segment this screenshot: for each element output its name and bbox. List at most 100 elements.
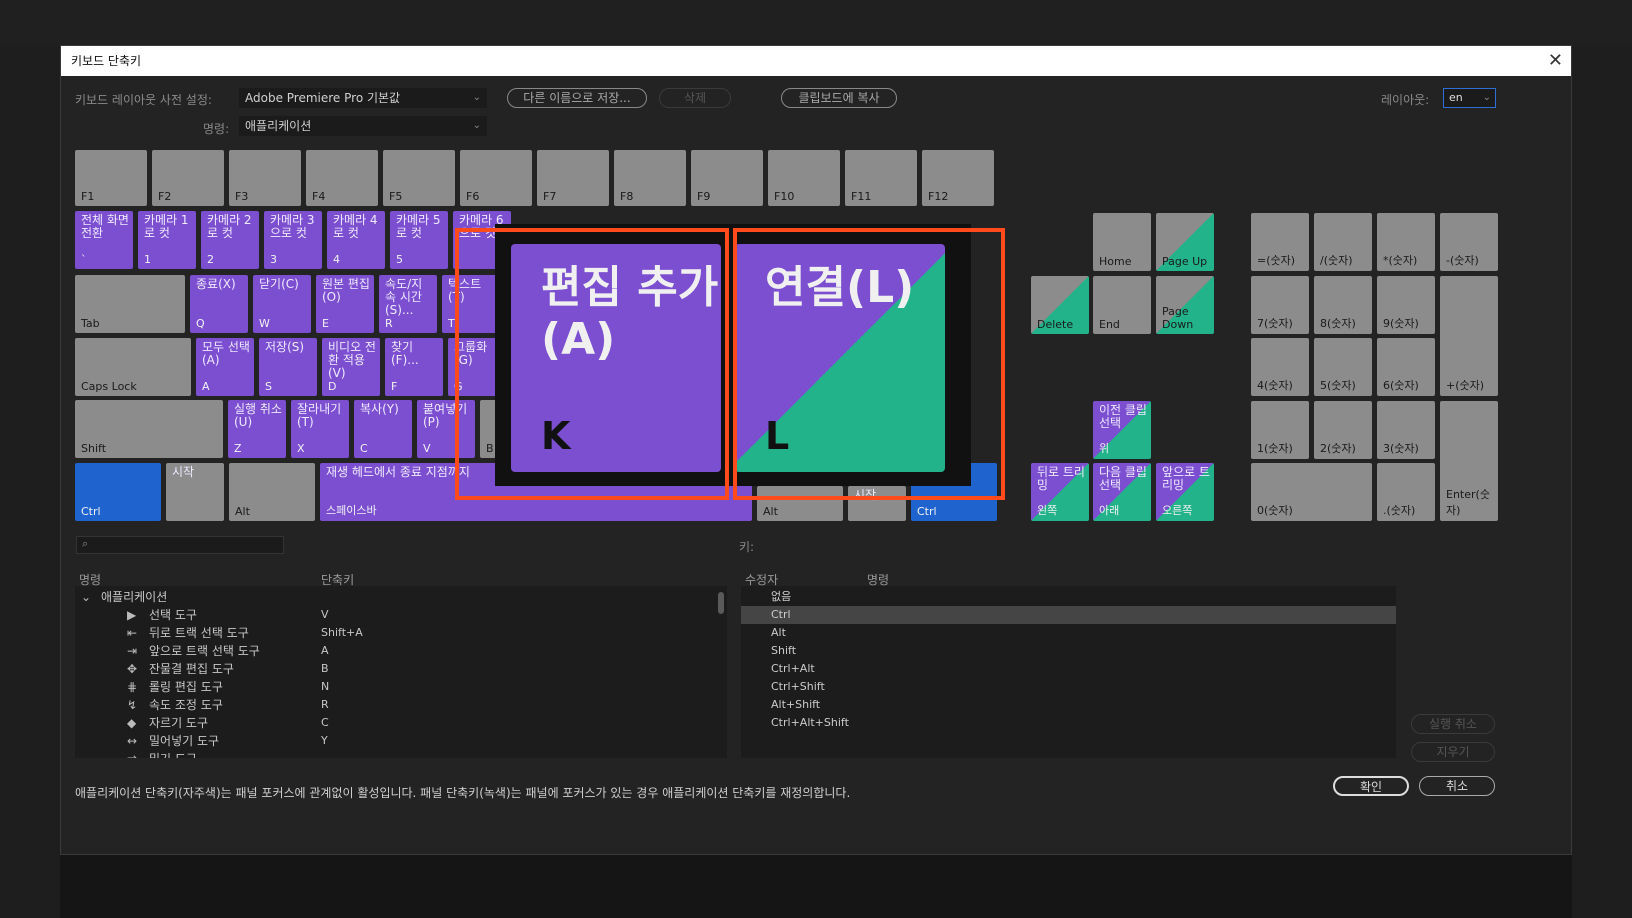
- key-numpad-0[interactable]: =(숫자): [1251, 213, 1309, 271]
- save-as-button[interactable]: 다른 이름으로 저장...: [507, 88, 647, 108]
- modifier-row[interactable]: Shift: [741, 642, 1396, 660]
- layout-dropdown[interactable]: en ⌄: [1443, 88, 1496, 108]
- key-numpad-11[interactable]: 1(숫자): [1251, 401, 1309, 459]
- delete-button[interactable]: 삭제: [659, 88, 731, 108]
- key-row2-3[interactable]: 원본 편집(O) E: [316, 275, 374, 333]
- command-row[interactable]: ⇥ 앞으로 트랙 선택 도구 A: [75, 642, 715, 660]
- cancel-button[interactable]: 취소: [1419, 776, 1495, 796]
- key-f2[interactable]: F2: [152, 150, 224, 206]
- modifier-row[interactable]: Ctrl: [741, 606, 1396, 624]
- copy-clipboard-button[interactable]: 클립보드에 복사: [781, 88, 897, 108]
- key-numpad-10[interactable]: 6(숫자): [1377, 338, 1435, 396]
- key-f9[interactable]: F9: [691, 150, 763, 206]
- command-row[interactable]: ✥ 잔물결 편집 도구 B: [75, 660, 715, 678]
- chevron-down-icon[interactable]: ⌄: [81, 588, 91, 606]
- key-arrow-down[interactable]: 다음 클립 선택 아래: [1093, 463, 1151, 521]
- key-row2-1[interactable]: 종료(X) Q: [190, 275, 248, 333]
- key-numpad-0[interactable]: 0(숫자): [1251, 463, 1372, 521]
- key-row1-3[interactable]: 카메라 3으로 컷 3: [264, 211, 322, 269]
- key-row4-2[interactable]: 잘라내기(T) X: [291, 400, 349, 458]
- key-f1[interactable]: F1: [75, 150, 147, 206]
- key-f8[interactable]: F8: [614, 150, 686, 206]
- command-row[interactable]: ⇤ 뒤로 트랙 선택 도구 Shift+A: [75, 624, 715, 642]
- key-f6[interactable]: F6: [460, 150, 532, 206]
- key-row4-1[interactable]: 실행 취소(U) Z: [228, 400, 286, 458]
- key-numpad-9[interactable]: 5(숫자): [1314, 338, 1372, 396]
- key-delete[interactable]: Delete: [1031, 276, 1089, 334]
- key-win-left[interactable]: 시작: [166, 463, 224, 521]
- key-alt-left[interactable]: Alt: [229, 463, 315, 521]
- key-row1-0[interactable]: 전체 화면 전환 `: [75, 211, 133, 269]
- command-name: 자르기 도구: [149, 716, 209, 730]
- key-f4[interactable]: F4: [306, 150, 378, 206]
- key-row1-1[interactable]: 카메라 1로 컷 1: [138, 211, 196, 269]
- undo-button[interactable]: 실행 취소: [1411, 714, 1495, 734]
- search-input[interactable]: ⌕: [76, 536, 284, 554]
- key-row4-3[interactable]: 복사(Y) C: [354, 400, 412, 458]
- key-caps-lock[interactable]: Caps Lock: [75, 338, 191, 396]
- key-numpad-8[interactable]: 4(숫자): [1251, 338, 1309, 396]
- key-f10[interactable]: F10: [768, 150, 840, 206]
- key-numpad-3[interactable]: -(숫자): [1440, 213, 1498, 271]
- key-numpad-13[interactable]: 3(숫자): [1377, 401, 1435, 459]
- key-f7[interactable]: F7: [537, 150, 609, 206]
- key-arrow-left[interactable]: 뒤로 트리밍 왼쪽: [1031, 463, 1089, 521]
- modifier-row[interactable]: 없음: [741, 588, 1396, 606]
- ok-button[interactable]: 확인: [1333, 776, 1409, 796]
- key-f3[interactable]: F3: [229, 150, 301, 206]
- key-row1-2[interactable]: 카메라 2로 컷 2: [201, 211, 259, 269]
- key-tab[interactable]: Tab: [75, 275, 185, 333]
- key-shift[interactable]: Shift: [75, 400, 223, 458]
- key-home[interactable]: Home: [1093, 213, 1151, 271]
- key-numpad-enter[interactable]: Enter(숫자): [1440, 401, 1498, 521]
- key-end[interactable]: End: [1093, 276, 1151, 334]
- key-row3-3[interactable]: 비디오 전환 적용(V) D: [322, 338, 380, 396]
- key-numpad-6[interactable]: 9(숫자): [1377, 276, 1435, 334]
- scrollbar-thumb[interactable]: [718, 592, 724, 614]
- modifier-row[interactable]: Ctrl+Shift: [741, 678, 1396, 696]
- key-row1-5[interactable]: 카메라 5로 컷 5: [390, 211, 448, 269]
- key-cap-label: W: [259, 317, 270, 330]
- command-dropdown[interactable]: 애플리케이션 ⌄: [239, 116, 487, 136]
- command-row[interactable]: ↯ 속도 조정 도구 R: [75, 696, 715, 714]
- key-numpad-4[interactable]: 7(숫자): [1251, 276, 1309, 334]
- key-f12[interactable]: F12: [922, 150, 994, 206]
- modifier-row[interactable]: Alt: [741, 624, 1396, 642]
- key-page-up[interactable]: Page Up: [1156, 213, 1214, 271]
- key-f5[interactable]: F5: [383, 150, 455, 206]
- key-numpad-1[interactable]: /(숫자): [1314, 213, 1372, 271]
- key-numpad-dot[interactable]: .(숫자): [1377, 463, 1435, 521]
- modifier-row[interactable]: Ctrl+Alt: [741, 660, 1396, 678]
- key-row3-4[interactable]: 찾기(F)... F: [385, 338, 443, 396]
- key-row1-4[interactable]: 카메라 4로 컷 4: [327, 211, 385, 269]
- key-numpad-5[interactable]: 8(숫자): [1314, 276, 1372, 334]
- command-name: 뒤로 트랙 선택 도구: [149, 626, 249, 640]
- key-command-label: 잘라내기(T): [297, 402, 342, 429]
- command-row[interactable]: ▶ 선택 도구 V: [75, 606, 715, 624]
- key-arrow-up[interactable]: 이전 클립 선택 위: [1093, 401, 1151, 459]
- key-numpad-plus[interactable]: +(숫자): [1440, 276, 1498, 396]
- key-numpad-12[interactable]: 2(숫자): [1314, 401, 1372, 459]
- key-cap-label: Tab: [81, 317, 100, 330]
- key-row3-2[interactable]: 저장(S) S: [259, 338, 317, 396]
- modifier-row[interactable]: Alt+Shift: [741, 696, 1396, 714]
- command-row[interactable]: ⋕ 롤링 편집 도구 N: [75, 678, 715, 696]
- key-f11[interactable]: F11: [845, 150, 917, 206]
- key-row2-2[interactable]: 닫기(C) W: [253, 275, 311, 333]
- close-icon[interactable]: ✕: [1548, 46, 1563, 76]
- shortcut-value: C: [321, 716, 329, 729]
- command-row[interactable]: ◆ 자르기 도구 C: [75, 714, 715, 732]
- preset-dropdown[interactable]: Adobe Premiere Pro 기본값 ⌄: [239, 88, 487, 108]
- tree-group-application[interactable]: ⌄ 애플리케이션: [75, 588, 715, 606]
- key-ctrl-left[interactable]: Ctrl: [75, 463, 161, 521]
- key-arrow-right[interactable]: 앞으로 트리밍 오른쪽: [1156, 463, 1214, 521]
- command-row[interactable]: ⇌ 밀기 도구: [75, 750, 715, 758]
- key-row3-1[interactable]: 모두 선택(A) A: [196, 338, 254, 396]
- modifier-row[interactable]: Ctrl+Alt+Shift: [741, 714, 1396, 732]
- key-numpad-2[interactable]: *(숫자): [1377, 213, 1435, 271]
- clear-button[interactable]: 지우기: [1411, 742, 1495, 762]
- key-row2-4[interactable]: 속도/지속 시간(S)... R: [379, 275, 437, 333]
- command-row[interactable]: ↔ 밀어넣기 도구 Y: [75, 732, 715, 750]
- key-page-down[interactable]: Page Down: [1156, 276, 1214, 334]
- key-command-label: 찾기(F)...: [391, 340, 419, 367]
